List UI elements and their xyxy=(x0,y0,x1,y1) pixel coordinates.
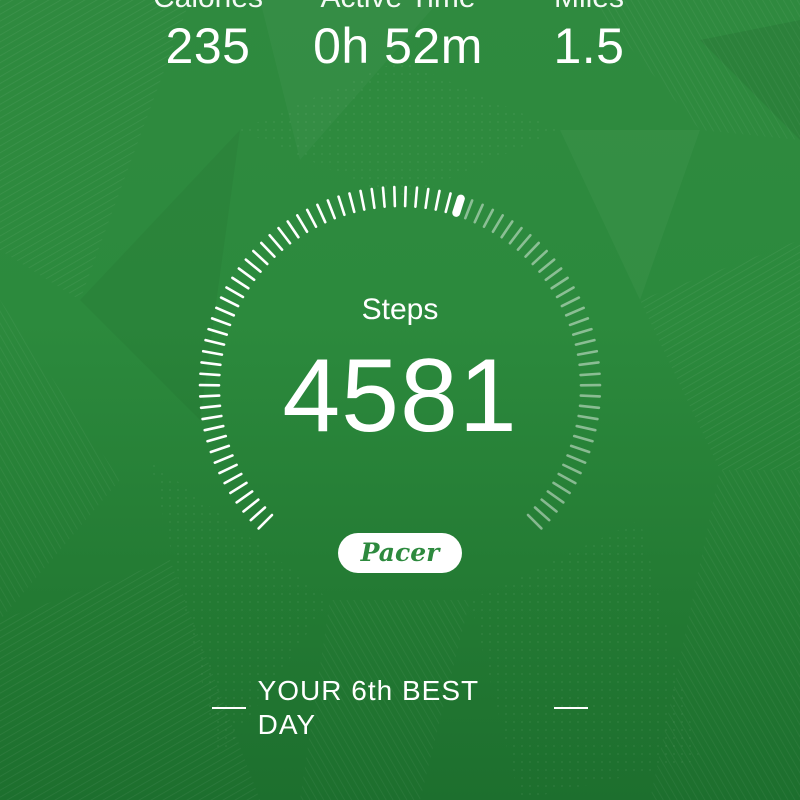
gauge-tick-active xyxy=(286,220,300,239)
gauge-tick-inactive xyxy=(571,327,593,336)
steps-count: 4581 xyxy=(282,338,518,454)
gauge-tick-active xyxy=(225,286,245,299)
gauge-tick-active xyxy=(242,498,260,513)
gauge-tick-active xyxy=(370,187,376,210)
gauge-tick-inactive xyxy=(508,226,523,245)
gauge-tick-active xyxy=(223,472,243,485)
gauge-tick-active xyxy=(393,185,397,208)
gauge-tick-active xyxy=(219,296,240,308)
gauge-tick-active xyxy=(337,195,346,217)
gauge-tick-inactive xyxy=(555,286,575,299)
gauge-tick-active xyxy=(252,249,269,266)
gauge-tick-inactive xyxy=(491,214,505,233)
gauge-tick-inactive xyxy=(482,208,495,228)
gauge-tick-inactive xyxy=(579,372,601,377)
gauge-tick-inactive xyxy=(577,414,599,421)
gauge-progress-marker xyxy=(452,194,465,217)
gauge-tick-active xyxy=(305,208,318,228)
gauge-tick-active xyxy=(198,394,221,398)
gauge-tick-active xyxy=(424,187,430,210)
gauge-tick-active xyxy=(268,233,284,251)
best-day-text: YOUR 6th BEST DAY xyxy=(257,675,479,740)
gauge-tick-inactive xyxy=(550,276,569,290)
gauge-tick-active xyxy=(235,490,254,504)
gauge-tick-inactive xyxy=(538,258,556,273)
best-day-left-rule xyxy=(212,707,246,709)
gauge-tick-active xyxy=(316,203,327,224)
gauge-tick-inactive xyxy=(552,481,571,495)
gauge-tick-active xyxy=(326,199,337,220)
gauge-tick-active xyxy=(201,414,223,421)
gauge-tick-active xyxy=(414,186,419,208)
gauge-tick-active xyxy=(295,214,309,233)
gauge-tick-active xyxy=(237,267,256,282)
gauge-tick-inactive xyxy=(562,463,582,475)
pacer-dashboard-screen: Calories 235 Active Time 0h 52m Miles 1.… xyxy=(0,0,800,800)
gauge-tick-inactive xyxy=(544,267,563,282)
best-day-right-rule xyxy=(554,707,588,709)
gauge-tick-inactive xyxy=(568,317,590,327)
gauge-tick-active xyxy=(210,317,232,327)
gauge-tick-inactive xyxy=(533,506,551,522)
gauge-tick-active xyxy=(199,404,222,410)
steps-label: Steps xyxy=(361,293,439,326)
gauge-tick-active xyxy=(218,463,238,475)
gauge-tick-active xyxy=(381,186,386,208)
gauge-tick-active xyxy=(444,192,452,214)
gauge-tick-inactive xyxy=(516,233,532,251)
gauge-tick-active xyxy=(259,241,276,258)
gauge-tick-inactive xyxy=(546,490,565,504)
gauge-tick-inactive xyxy=(500,220,514,239)
gauge-tick-active xyxy=(403,185,407,208)
gauge-tick-active xyxy=(200,361,222,367)
gauge-tick-inactive xyxy=(564,306,585,317)
gauge-tick-inactive xyxy=(578,361,600,367)
gauge-tick-active xyxy=(244,258,262,273)
gauge-tick-active xyxy=(215,306,236,317)
gauge-tick-inactive xyxy=(566,454,587,464)
gauge-tick-active xyxy=(434,189,441,211)
gauge-tick-inactive xyxy=(578,404,601,410)
pacer-logo-badge[interactable]: Pacer xyxy=(338,533,462,573)
best-day-banner: YOUR 6th BEST DAY xyxy=(200,675,600,740)
gauge-tick-inactive xyxy=(526,513,543,530)
gauge-tick-active xyxy=(257,513,274,530)
gauge-tick-active xyxy=(359,189,366,211)
gauge-tick-inactive xyxy=(524,241,541,258)
gauge-tick-active xyxy=(229,481,248,495)
gauge-tick-inactive xyxy=(463,199,474,220)
gauge-tick-active xyxy=(207,327,229,336)
gauge-tick-active xyxy=(199,372,221,377)
gauge-tick-inactive xyxy=(579,394,602,398)
gauge-tick-active xyxy=(231,276,250,290)
gauge-tick-inactive xyxy=(473,203,484,224)
gauge-tick-active xyxy=(249,506,267,522)
gauge-tick-inactive xyxy=(540,498,558,513)
gauge-tick-inactive xyxy=(531,249,548,266)
gauge-tick-inactive xyxy=(560,296,581,308)
gauge-tick-inactive xyxy=(576,349,599,356)
gauge-tick-inactive xyxy=(557,472,577,485)
gauge-tick-active xyxy=(348,192,356,214)
gauge-tick-active xyxy=(277,226,292,245)
gauge-tick-active xyxy=(213,454,234,464)
